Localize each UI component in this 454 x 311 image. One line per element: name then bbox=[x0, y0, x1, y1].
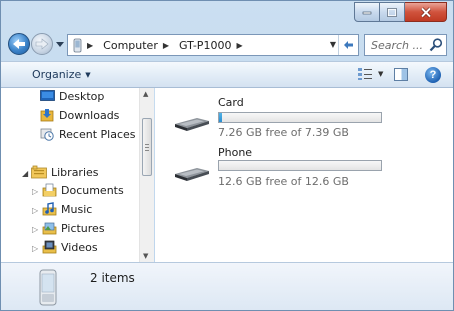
drive-usage-bar bbox=[218, 112, 382, 123]
nav-item-documents[interactable]: Documents bbox=[41, 183, 124, 197]
nav-item-label: Recent Places bbox=[59, 127, 136, 141]
drive-usage-bar bbox=[218, 160, 382, 171]
address-device-icon bbox=[73, 38, 82, 53]
details-pane: 2 items bbox=[1, 262, 453, 310]
maximize-button[interactable] bbox=[380, 2, 405, 22]
nav-item-libraries[interactable]: Libraries bbox=[31, 165, 99, 179]
minimize-button[interactable] bbox=[354, 2, 380, 22]
content-pane: Card 7.26 GB free of 7.39 GB Phone 12.6 … bbox=[155, 88, 453, 262]
nav-item-pictures[interactable]: Pictures bbox=[41, 221, 105, 235]
breadcrumb-computer[interactable]: Computer bbox=[103, 39, 158, 52]
address-history-dropdown[interactable]: ▼ bbox=[330, 40, 336, 49]
desktop-icon bbox=[39, 89, 55, 103]
nav-item-videos[interactable]: Videos bbox=[41, 240, 98, 254]
organize-button[interactable]: Organize ▼ bbox=[32, 68, 91, 81]
help-icon: ? bbox=[429, 69, 437, 81]
recent-pages-button[interactable] bbox=[55, 39, 65, 49]
phone-small-icon bbox=[73, 38, 82, 52]
change-view-button[interactable] bbox=[357, 67, 373, 81]
nav-item-label: Documents bbox=[61, 183, 124, 197]
nav-item-label: Libraries bbox=[51, 165, 99, 179]
refresh-icon bbox=[344, 41, 353, 49]
search-icon[interactable] bbox=[428, 37, 444, 53]
back-arrow-icon bbox=[13, 39, 25, 49]
caption-buttons bbox=[354, 2, 447, 22]
music-expander[interactable]: ▷ bbox=[32, 206, 38, 215]
search-box[interactable]: Search ... bbox=[364, 34, 447, 56]
nav-item-label: Downloads bbox=[59, 108, 120, 122]
removable-drive-icon bbox=[175, 168, 209, 181]
command-bar: Organize ▼ ▼ ? bbox=[1, 61, 453, 88]
documents-expander[interactable]: ▷ bbox=[32, 187, 38, 196]
breadcrumb-separator[interactable]: ▶ bbox=[236, 41, 247, 50]
chevron-down-icon bbox=[56, 41, 64, 47]
minimize-icon bbox=[362, 11, 372, 15]
breadcrumb-separator[interactable]: ▶ bbox=[163, 41, 174, 50]
breadcrumb-separator[interactable]: ▶ bbox=[87, 41, 98, 50]
close-button[interactable] bbox=[405, 2, 447, 22]
refresh-button[interactable] bbox=[338, 35, 358, 55]
drive-name: Card bbox=[218, 96, 244, 109]
drive-free-space: 12.6 GB free of 12.6 GB bbox=[218, 175, 349, 188]
back-button[interactable] bbox=[8, 33, 30, 55]
drive-name: Phone bbox=[218, 146, 253, 159]
chevron-down-icon: ▼ bbox=[85, 70, 91, 79]
explorer-window: ▶ Computer ▶ GT-P1000 ▶ ▼ Search ... Org… bbox=[0, 0, 454, 311]
pictures-expander[interactable]: ▷ bbox=[32, 225, 38, 234]
phone-device-icon bbox=[39, 269, 57, 306]
removable-drive-icon bbox=[175, 118, 209, 131]
views-icon bbox=[358, 68, 372, 80]
nav-item-label: Desktop bbox=[59, 89, 105, 103]
navigation-bar: ▶ Computer ▶ GT-P1000 ▶ ▼ Search ... bbox=[1, 31, 453, 61]
libraries-expander[interactable]: ◢ bbox=[22, 169, 28, 178]
navigation-pane-scrollbar[interactable]: ▲ ▼ bbox=[139, 88, 154, 262]
scroll-up-icon[interactable]: ▲ bbox=[143, 90, 148, 98]
videos-expander[interactable]: ▷ bbox=[32, 244, 38, 253]
maximize-icon bbox=[387, 7, 397, 17]
downloads-icon bbox=[39, 108, 55, 122]
preview-pane-button[interactable] bbox=[394, 68, 408, 81]
nav-item-label: Music bbox=[61, 202, 93, 216]
drive-free-space: 7.26 GB free of 7.39 GB bbox=[218, 126, 349, 139]
drive-item-phone[interactable]: Phone 12.6 GB free of 12.6 GB bbox=[155, 144, 453, 194]
forward-button[interactable] bbox=[31, 33, 53, 55]
music-icon bbox=[41, 202, 57, 216]
nav-item-label: Videos bbox=[61, 240, 98, 254]
address-bar[interactable]: ▶ Computer ▶ GT-P1000 ▶ ▼ bbox=[67, 34, 359, 56]
libraries-icon bbox=[31, 165, 47, 179]
help-button[interactable]: ? bbox=[425, 67, 441, 83]
items-count: 2 items bbox=[90, 271, 135, 285]
drive-item-card[interactable]: Card 7.26 GB free of 7.39 GB bbox=[155, 94, 453, 144]
forward-arrow-icon bbox=[35, 38, 49, 50]
recent-places-icon bbox=[39, 127, 55, 141]
scroll-down-icon[interactable]: ▼ bbox=[143, 252, 148, 260]
nav-item-downloads[interactable]: Downloads bbox=[39, 108, 119, 122]
views-dropdown-icon[interactable]: ▼ bbox=[378, 70, 383, 78]
nav-item-music[interactable]: Music bbox=[41, 202, 92, 216]
search-input[interactable]: Search ... bbox=[371, 39, 428, 52]
videos-icon bbox=[41, 240, 57, 254]
nav-item-recent-places[interactable]: Recent Places bbox=[39, 127, 136, 141]
organize-label: Organize bbox=[32, 68, 82, 81]
pictures-icon bbox=[41, 221, 57, 235]
breadcrumb-device[interactable]: GT-P1000 bbox=[179, 39, 231, 52]
navigation-pane: Desktop Downloads Recent Places ◢ Librar… bbox=[1, 88, 154, 262]
scrollbar-thumb[interactable] bbox=[142, 118, 152, 176]
drive-usage-fill bbox=[219, 113, 222, 122]
nav-item-label: Pictures bbox=[61, 221, 105, 235]
close-icon bbox=[420, 6, 431, 18]
nav-item-desktop[interactable]: Desktop bbox=[39, 89, 104, 103]
documents-icon bbox=[41, 183, 57, 197]
